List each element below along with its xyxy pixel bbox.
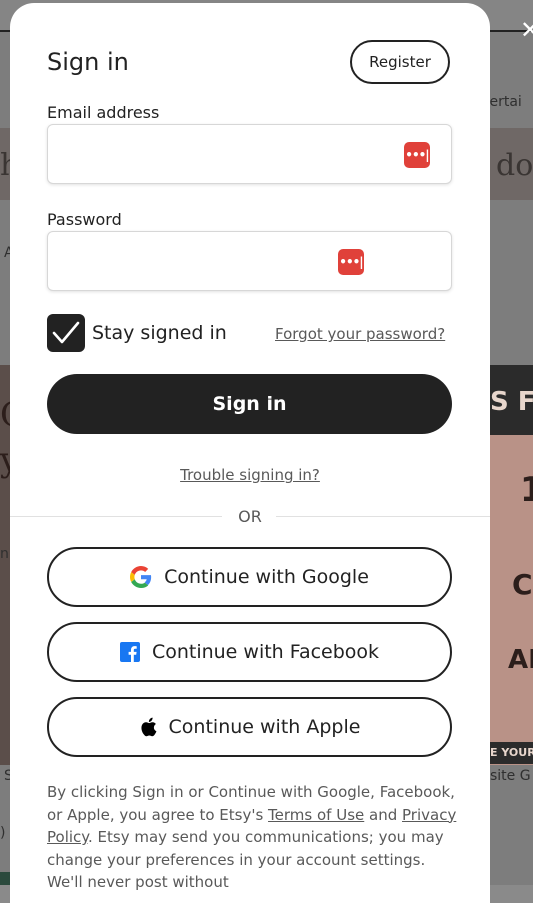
facebook-button-label: Continue with Facebook bbox=[151, 641, 380, 663]
background-text: site G bbox=[490, 768, 531, 784]
legal-disclaimer: By clicking Sign in or Continue with Goo… bbox=[47, 781, 457, 894]
password-label: Password bbox=[47, 210, 122, 229]
password-manager-icon[interactable]: •••| bbox=[338, 249, 364, 275]
continue-with-facebook-button[interactable]: Continue with Facebook bbox=[47, 622, 452, 682]
facebook-icon bbox=[119, 642, 140, 662]
apple-icon bbox=[140, 717, 156, 737]
stay-signed-in-label[interactable]: Stay signed in bbox=[92, 322, 227, 344]
email-field[interactable] bbox=[62, 125, 396, 183]
continue-with-google-button[interactable]: Continue with Google bbox=[47, 547, 452, 607]
apple-button-label: Continue with Apple bbox=[168, 716, 361, 738]
google-button-label: Continue with Google bbox=[164, 566, 369, 588]
background-image-text: S FL bbox=[490, 365, 533, 435]
google-icon bbox=[130, 566, 152, 588]
background-image-text: C bbox=[512, 568, 533, 601]
legal-text: and bbox=[364, 805, 403, 824]
trouble-signing-in-link[interactable]: Trouble signing in? bbox=[180, 466, 320, 484]
continue-with-apple-button[interactable]: Continue with Apple bbox=[47, 697, 452, 757]
forgot-password-link[interactable]: Forgot your password? bbox=[275, 325, 445, 343]
background-text: n bbox=[0, 546, 9, 562]
register-button[interactable]: Register bbox=[350, 40, 450, 84]
or-separator: OR bbox=[238, 507, 262, 526]
background-banner-text-right: do bbox=[496, 148, 533, 183]
terms-of-use-link[interactable]: Terms of Use bbox=[268, 806, 364, 824]
password-manager-icon[interactable]: •••| bbox=[404, 142, 430, 168]
legal-text: . Etsy may send you communications; you … bbox=[47, 828, 444, 891]
email-label: Email address bbox=[47, 103, 160, 122]
background-image-text: AN bbox=[508, 645, 533, 675]
signin-dialog: Sign in Register Email address •••| Pass… bbox=[10, 3, 490, 903]
checkmark-icon bbox=[52, 321, 80, 344]
close-icon[interactable]: ✕ bbox=[520, 18, 533, 42]
background-text: ) bbox=[0, 825, 6, 841]
background-image-text: 1 bbox=[520, 470, 533, 510]
background-image-text: E YOUR bbox=[490, 742, 533, 764]
password-field-wrapper: •••| bbox=[47, 231, 452, 291]
signin-button[interactable]: Sign in bbox=[47, 374, 452, 434]
dialog-title: Sign in bbox=[47, 48, 129, 76]
trouble-signing-in: Trouble signing in? bbox=[10, 466, 490, 484]
stay-signed-in-checkbox[interactable] bbox=[47, 314, 85, 352]
email-field-wrapper: •••| bbox=[47, 124, 452, 184]
